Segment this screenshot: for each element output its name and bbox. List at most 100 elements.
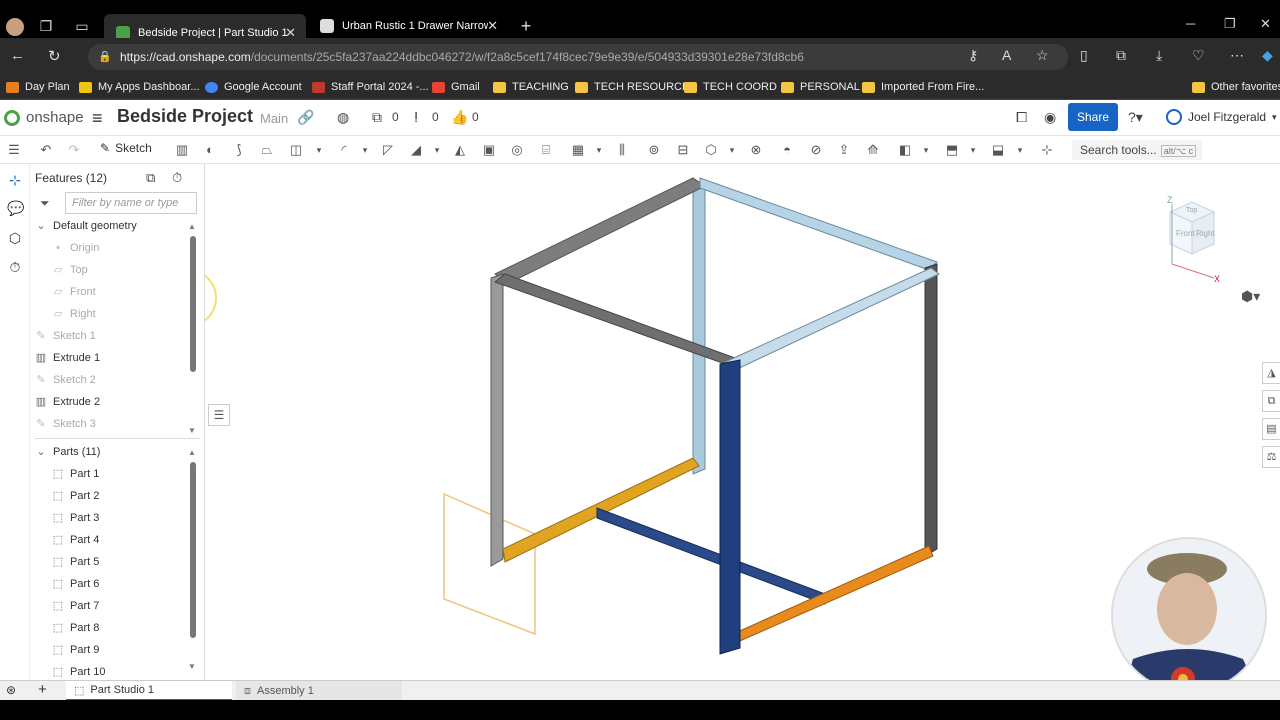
location-pin-icon[interactable]: ⵑ — [414, 109, 418, 126]
split-icon[interactable]: ⊟ — [675, 142, 691, 158]
bookmark-tech-resource[interactable]: TECH RESOURCE — [575, 79, 689, 95]
thicken-icon[interactable]: ◫ — [288, 142, 304, 158]
bookmark-gmail[interactable]: Gmail — [432, 79, 480, 95]
view-cube[interactable]: Front Right Top Z X — [1150, 182, 1230, 292]
modify-fillet-icon[interactable]: ◓ — [779, 142, 795, 158]
bookmark-google-account[interactable]: Google Account — [205, 79, 302, 95]
fillet-icon[interactable]: ◜ — [336, 142, 352, 158]
menu-icon[interactable]: ≡ — [92, 108, 103, 129]
profile-avatar[interactable] — [6, 18, 24, 36]
transform-icon[interactable]: ⬡ — [703, 142, 719, 158]
part-item[interactable]: ⬚ Part 8 — [52, 618, 100, 638]
close-window-icon[interactable]: ✕ — [1260, 16, 1271, 32]
delete-face-icon[interactable]: ⊘ — [808, 142, 824, 158]
comments-icon[interactable]: 💬 — [7, 200, 24, 216]
feature-extrude-1[interactable]: ▥ Extrude 1 — [35, 348, 100, 368]
feature-list-icon[interactable]: ☰ — [6, 142, 22, 158]
add-tab-icon[interactable]: + — [38, 681, 47, 698]
maximize-icon[interactable]: ❐ — [1224, 16, 1236, 32]
right-post[interactable] — [924, 263, 938, 557]
feature-top-plane[interactable]: ▱ Top — [52, 260, 88, 280]
sketch-button[interactable]: ✎ Sketch — [100, 141, 152, 155]
like-icon[interactable]: 👍 — [451, 109, 468, 126]
bookmark-day-plan[interactable]: Day Plan — [6, 79, 70, 95]
onshape-logo[interactable]: onshape — [4, 109, 84, 126]
url-field[interactable]: 🔒 https://cad.onshape.com/documents/25c5… — [88, 44, 1068, 70]
scroll-down-icon[interactable]: ▼ — [188, 662, 196, 671]
cylinder-icon[interactable]: ⌸ — [538, 142, 554, 158]
shell-icon[interactable]: ▣ — [481, 142, 497, 158]
delete-part-icon[interactable]: ⊗ — [748, 142, 764, 158]
history-icon[interactable]: ⏱ — [7, 259, 23, 275]
download-icon[interactable]: ⤓ — [1156, 47, 1162, 64]
split-screen-icon[interactable]: ▯ — [1080, 47, 1088, 64]
part-item[interactable]: ⬚ Part 1 — [52, 464, 100, 484]
chevron-down-icon[interactable]: ▾ — [724, 142, 740, 158]
parts-header[interactable]: ⌄ Parts (11) — [35, 442, 100, 462]
default-geometry-header[interactable]: ⌄ Default geometry — [35, 216, 136, 236]
app-store-icon[interactable]: ⧠ — [1016, 109, 1027, 126]
document-title[interactable]: Bedside Project — [117, 106, 253, 127]
bookmark-my-apps[interactable]: My Apps Dashboar... — [79, 79, 200, 95]
more-menu-icon[interactable]: ⋯ — [1230, 47, 1244, 64]
feature-extrude-2[interactable]: ▥ Extrude 2 — [35, 392, 100, 412]
replace-face-icon[interactable]: ⟰ — [865, 142, 881, 158]
part-item[interactable]: ⬚ Part 9 — [52, 640, 100, 660]
mass-properties-icon[interactable]: ⚖ — [1262, 446, 1280, 468]
rib-icon[interactable]: ◭ — [452, 142, 468, 158]
browser-tab-urban[interactable]: Urban Rustic 1 Drawer Narrow B ✕ — [308, 14, 508, 38]
top-rail-back-right[interactable] — [699, 177, 938, 271]
revolve-icon[interactable]: ◐ — [202, 142, 218, 158]
bookmark-staff-portal[interactable]: Staff Portal 2024 -... — [312, 79, 429, 95]
feature-sketch-2[interactable]: ✎ Sketch 2 — [35, 370, 95, 390]
extension-icon[interactable]: ♡ — [1192, 47, 1205, 64]
part-item[interactable]: ⬚ Part 6 — [52, 574, 100, 594]
surface-icon[interactable]: ⬓ — [990, 142, 1006, 158]
features-scrollbar[interactable] — [190, 236, 196, 372]
hole-icon[interactable]: ◎ — [509, 142, 525, 158]
feature-right-plane[interactable]: ▱ Right — [52, 304, 96, 324]
chamfer-icon[interactable]: ◸ — [380, 142, 396, 158]
favorite-star-icon[interactable]: ☆ — [1036, 47, 1049, 64]
extrude-icon[interactable]: ▥ — [174, 142, 190, 158]
chevron-down-icon[interactable]: ▾ — [429, 142, 445, 158]
plane-icon[interactable]: ◧ — [897, 142, 913, 158]
share-button[interactable]: Share — [1068, 103, 1118, 131]
part-item[interactable]: ⬚ Part 3 — [52, 508, 100, 528]
tab-assembly-1[interactable]: ⧈ Assembly 1 — [236, 681, 402, 701]
feature-origin[interactable]: • Origin — [52, 238, 99, 258]
feature-sketch-3[interactable]: ✎ Sketch 3 — [35, 414, 95, 434]
branch-label[interactable]: Main — [260, 111, 288, 126]
bookmark-personal[interactable]: PERSONAL — [781, 79, 860, 95]
add-folder-icon[interactable]: ⧉ — [146, 170, 155, 186]
view-options-icon[interactable]: ⬢▾ — [1241, 288, 1260, 305]
bottom-rail-right[interactable] — [732, 545, 934, 645]
new-tab-icon[interactable]: + — [518, 17, 534, 35]
key-icon[interactable]: ⚷ — [968, 47, 978, 64]
parts-scrollbar[interactable] — [190, 462, 196, 638]
help-icon[interactable]: ?▾ — [1128, 109, 1143, 126]
scroll-up-icon[interactable]: ▲ — [188, 222, 196, 231]
chevron-down-icon[interactable]: ▾ — [918, 142, 934, 158]
move-face-icon[interactable]: ⇪ — [836, 142, 852, 158]
view-tabs-icon[interactable]: ⊛ — [6, 683, 16, 697]
redo-icon[interactable]: ↷ — [66, 142, 82, 158]
copilot-icon[interactable]: ◆ — [1262, 47, 1273, 64]
panel-divider[interactable] — [35, 438, 200, 439]
add-feature-icon[interactable]: ⊹ — [7, 172, 23, 188]
chevron-down-icon[interactable]: ▾ — [311, 142, 327, 158]
chevron-down-icon[interactable]: ▾ — [1012, 142, 1028, 158]
chevron-down-icon[interactable]: ▾ — [591, 142, 607, 158]
tab-actions-icon[interactable]: ▭ — [74, 18, 90, 34]
feature-front-plane[interactable]: ▱ Front — [52, 282, 96, 302]
document-copies-icon[interactable]: ⧉ — [372, 109, 382, 126]
part-item[interactable]: ⬚ Part 10 — [52, 662, 106, 682]
scroll-up-icon[interactable]: ▲ — [188, 448, 196, 457]
link-icon[interactable]: 🔗 — [297, 109, 314, 126]
public-globe-icon[interactable]: ◍ — [337, 109, 349, 126]
user-menu[interactable]: Joel Fitzgerald ▾ — [1166, 109, 1277, 125]
rollback-timer-icon[interactable]: ⏱ — [172, 170, 182, 186]
parts-icon[interactable]: ⬡ — [7, 230, 23, 246]
pattern-icon[interactable]: ▦ — [570, 142, 586, 158]
part-item[interactable]: ⬚ Part 2 — [52, 486, 100, 506]
